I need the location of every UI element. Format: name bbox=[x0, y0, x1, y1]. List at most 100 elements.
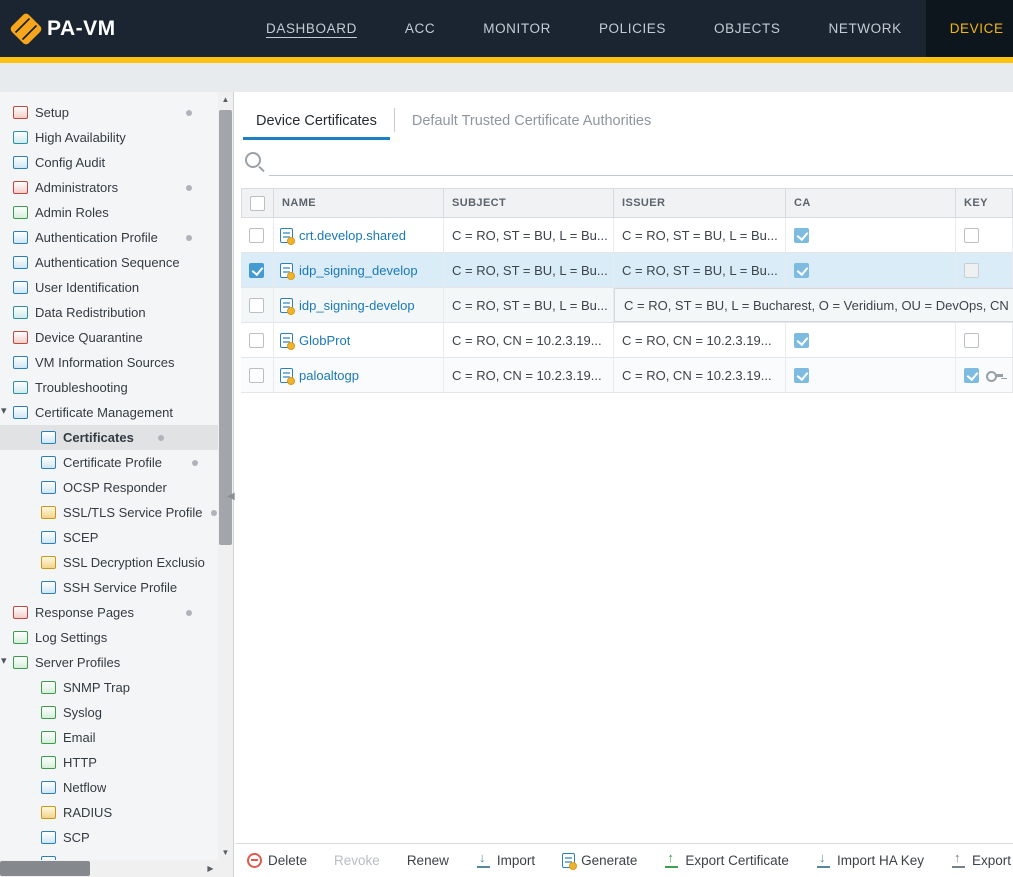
row-checkbox[interactable] bbox=[249, 228, 264, 243]
key-checkbox[interactable] bbox=[964, 333, 979, 348]
row-checkbox[interactable] bbox=[249, 333, 264, 348]
sidebar-item-partial[interactable] bbox=[0, 850, 218, 860]
table-row[interactable]: crt.develop.shared C = RO, ST = BU, L = … bbox=[241, 218, 1013, 253]
select-all-checkbox[interactable] bbox=[250, 196, 265, 211]
sidebar-item-config-audit[interactable]: Config Audit bbox=[0, 150, 218, 175]
table-row[interactable]: idp_signing-develop C = RO, ST = BU, L =… bbox=[241, 288, 1013, 323]
certificate-name-link[interactable]: crt.develop.shared bbox=[299, 228, 406, 243]
sidebar-item-snmp-trap[interactable]: SNMP Trap bbox=[0, 675, 218, 700]
import-ha-key-button[interactable]: Import HA Key bbox=[816, 853, 924, 868]
nav-tab-device[interactable]: DEVICE bbox=[926, 0, 1013, 57]
subject-cell: C = RO, ST = BU, L = Bu... bbox=[444, 218, 614, 253]
sidebar-item-troubleshooting[interactable]: Troubleshooting bbox=[0, 375, 218, 400]
sidebar-item-ssl-decryption-exclusion[interactable]: SSL Decryption Exclusio bbox=[0, 550, 218, 575]
row-checkbox[interactable] bbox=[249, 368, 264, 383]
sidebar-vertical-scrollbar[interactable] bbox=[218, 92, 233, 860]
column-header-key[interactable]: KEY bbox=[956, 188, 1013, 218]
sidebar-horizontal-scrollbar[interactable] bbox=[0, 860, 218, 877]
certificate-name-link[interactable]: idp_signing-develop bbox=[299, 298, 415, 313]
sidebar-item-vm-information-sources[interactable]: VM Information Sources bbox=[0, 350, 218, 375]
subject-cell: C = RO, ST = BU, L = Bu... bbox=[444, 288, 614, 323]
chevron-down-icon[interactable] bbox=[1, 654, 12, 670]
chevron-down-icon[interactable] bbox=[1, 404, 12, 420]
column-header-issuer[interactable]: ISSUER bbox=[614, 188, 786, 218]
issuer-cell: C = RO, ST = BU, L = Bucharest, O = Veri… bbox=[614, 288, 786, 323]
revoke-button[interactable]: Revoke bbox=[334, 853, 380, 868]
sidebar-item-user-identification[interactable]: User Identification bbox=[0, 275, 218, 300]
nav-tab-objects[interactable]: OBJECTS bbox=[690, 0, 804, 57]
delete-button[interactable]: Delete bbox=[247, 853, 307, 868]
ca-checkbox[interactable] bbox=[794, 333, 809, 348]
sidebar-item-high-availability[interactable]: High Availability bbox=[0, 125, 218, 150]
certificate-name-link[interactable]: paloaltogp bbox=[299, 368, 359, 383]
sidebar-item-certificate-profile[interactable]: Certificate Profile bbox=[0, 450, 218, 475]
sidebar-item-device-quarantine[interactable]: Device Quarantine bbox=[0, 325, 218, 350]
column-header-subject[interactable]: SUBJECT bbox=[444, 188, 614, 218]
sidebar-item-data-redistribution[interactable]: Data Redistribution bbox=[0, 300, 218, 325]
tab-default-trusted-certificate-authorities[interactable]: Default Trusted Certificate Authorities bbox=[399, 113, 664, 140]
table-row[interactable]: paloaltogp C = RO, CN = 10.2.3.19... C =… bbox=[241, 358, 1013, 393]
search-icon bbox=[245, 152, 261, 168]
sidebar-item-scep[interactable]: SCEP bbox=[0, 525, 218, 550]
sidebar-item-certificate-management[interactable]: Certificate Management bbox=[0, 400, 218, 425]
row-checkbox[interactable] bbox=[249, 298, 264, 313]
subject-cell: C = RO, CN = 10.2.3.19... bbox=[444, 358, 614, 393]
sidebar-item-scp[interactable]: SCP bbox=[0, 825, 218, 850]
scroll-down-arrow-icon[interactable] bbox=[218, 845, 233, 860]
sidebar-item-http[interactable]: HTTP bbox=[0, 750, 218, 775]
key-checkbox[interactable] bbox=[964, 263, 979, 278]
generate-button[interactable]: Generate bbox=[562, 853, 637, 868]
nav-tab-policies[interactable]: POLICIES bbox=[575, 0, 690, 57]
certificates-icon bbox=[41, 431, 56, 444]
table-row[interactable]: idp_signing_develop C = RO, ST = BU, L =… bbox=[241, 253, 1013, 288]
certificate-name-link[interactable]: GlobProt bbox=[299, 333, 350, 348]
sidebar-item-setup[interactable]: Setup bbox=[0, 100, 218, 125]
export-certificate-button[interactable]: Export Certificate bbox=[664, 853, 789, 868]
tab-device-certificates[interactable]: Device Certificates bbox=[243, 113, 390, 140]
logo: PA-VM bbox=[14, 0, 164, 57]
horizontal-scroll-thumb[interactable] bbox=[0, 861, 90, 876]
sidebar-item-ssl-tls-service-profile[interactable]: SSL/TLS Service Profile bbox=[0, 500, 218, 525]
table-row[interactable]: GlobProt C = RO, CN = 10.2.3.19... C = R… bbox=[241, 323, 1013, 358]
ca-checkbox[interactable] bbox=[794, 368, 809, 383]
search-input[interactable] bbox=[269, 150, 1013, 176]
column-header-name[interactable]: NAME bbox=[274, 188, 444, 218]
sidebar-item-log-settings[interactable]: Log Settings bbox=[0, 625, 218, 650]
sidebar-item-ocsp-responder[interactable]: OCSP Responder bbox=[0, 475, 218, 500]
export-ha-key-button[interactable]: Export bbox=[951, 853, 1011, 868]
nav-tab-acc[interactable]: ACC bbox=[381, 0, 459, 57]
key-checkbox[interactable] bbox=[964, 228, 979, 243]
ocsp-responder-icon bbox=[41, 481, 56, 494]
key-checkbox[interactable] bbox=[964, 368, 979, 383]
sidebar-item-netflow[interactable]: Netflow bbox=[0, 775, 218, 800]
sidebar-item-certificates[interactable]: Certificates bbox=[0, 425, 218, 450]
scroll-up-arrow-icon[interactable] bbox=[218, 92, 233, 107]
sidebar-item-server-profiles[interactable]: Server Profiles bbox=[0, 650, 218, 675]
high-availability-icon bbox=[13, 131, 28, 144]
nav-tab-dashboard[interactable]: DASHBOARD bbox=[242, 0, 381, 57]
certificate-name-link[interactable]: idp_signing_develop bbox=[299, 263, 418, 278]
vm-information-sources-icon bbox=[13, 356, 28, 369]
sidebar-item-radius[interactable]: RADIUS bbox=[0, 800, 218, 825]
sidebar-item-email[interactable]: Email bbox=[0, 725, 218, 750]
sidebar-item-ssh-service-profile[interactable]: SSH Service Profile bbox=[0, 575, 218, 600]
ca-checkbox[interactable] bbox=[794, 228, 809, 243]
sidebar-item-administrators[interactable]: Administrators bbox=[0, 175, 218, 200]
sidebar-item-response-pages[interactable]: Response Pages bbox=[0, 600, 218, 625]
sidebar-item-authentication-profile[interactable]: Authentication Profile bbox=[0, 225, 218, 250]
nav-tab-network[interactable]: NETWORK bbox=[804, 0, 925, 57]
renew-button[interactable]: Renew bbox=[407, 853, 449, 868]
row-checkbox[interactable] bbox=[249, 263, 264, 278]
sidebar-item-syslog[interactable]: Syslog bbox=[0, 700, 218, 725]
nav-tab-monitor[interactable]: MONITOR bbox=[459, 0, 575, 57]
import-button[interactable]: Import bbox=[476, 853, 535, 868]
sidebar-item-admin-roles[interactable]: Admin Roles bbox=[0, 200, 218, 225]
sidebar-item-authentication-sequence[interactable]: Authentication Sequence bbox=[0, 250, 218, 275]
vertical-scroll-thumb[interactable] bbox=[219, 110, 232, 545]
data-redistribution-icon bbox=[13, 306, 28, 319]
column-header-ca[interactable]: CA bbox=[786, 188, 956, 218]
content-tabs: Device Certificates Default Trusted Cert… bbox=[235, 92, 1013, 140]
ca-checkbox[interactable] bbox=[794, 263, 809, 278]
scroll-right-arrow-icon[interactable] bbox=[203, 860, 218, 877]
email-icon bbox=[41, 731, 56, 744]
